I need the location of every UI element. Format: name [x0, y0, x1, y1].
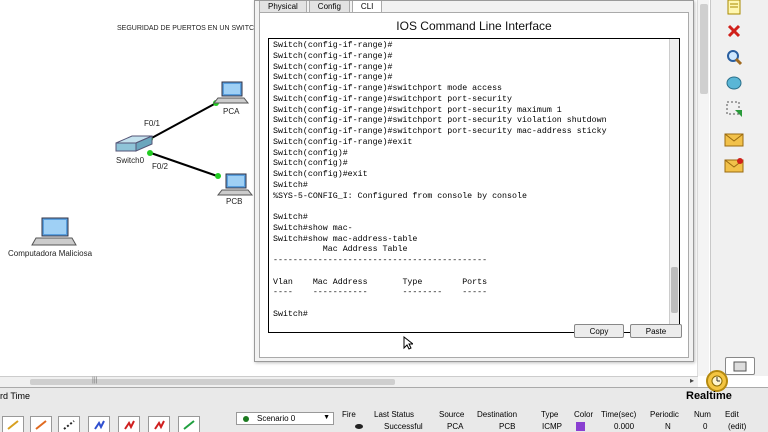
common-tools-bar	[710, 0, 768, 376]
pdu-time: 0.000	[614, 422, 635, 431]
terminal-line: Switch(config-if-range)#switchport mode …	[273, 84, 503, 93]
resize-icon[interactable]	[723, 98, 745, 120]
pdu-header-fire: Fire	[342, 410, 356, 419]
pdu-header-source: Source	[439, 410, 465, 419]
terminal-line: Switch#show mac-address-table	[273, 234, 418, 244]
delete-icon[interactable]	[723, 20, 745, 42]
pdu-header-time: Time(sec)	[601, 410, 637, 419]
terminal-line: Switch(config-if-range)#switchport port-…	[273, 94, 512, 104]
cli-terminal[interactable]: Switch(config-if-range)# Switch(config-if…	[268, 38, 680, 333]
workspace-vertical-scrollbar[interactable]	[697, 0, 709, 376]
pdu-destination: PCB	[499, 422, 516, 431]
scenario-value: Scenario 0	[257, 414, 296, 423]
device-config-window: Physical Config CLI IOS Command Line Int…	[254, 0, 694, 362]
cli-panel-title: IOS Command Line Interface	[396, 19, 552, 33]
terminal-scroll-thumb[interactable]	[671, 267, 678, 313]
terminal-scrollbar[interactable]	[669, 39, 679, 332]
terminal-line: Switch#	[273, 309, 308, 319]
terminal-line: Switch(config-if-range)#switchport port-…	[273, 127, 607, 136]
terminal-line: Switch(config)#	[273, 159, 348, 169]
copper-straight-icon[interactable]	[58, 416, 80, 432]
pdu-header-edit: Edit	[725, 410, 739, 419]
terminal-line: %SYS-5-CONFIG_I: Configured from console…	[273, 191, 527, 201]
device-label-pca[interactable]: PCA	[223, 107, 239, 116]
terminal-line: Switch(config-if-range)#	[273, 41, 393, 50]
realtime-mode-label[interactable]: Realtime	[686, 390, 732, 402]
port-label-f02: F0/2	[152, 162, 169, 171]
fire-bullet-icon[interactable]	[355, 424, 363, 429]
time-mode-label: rd Time	[0, 391, 31, 401]
terminal-line: Mac Address Table	[273, 245, 408, 255]
add-simple-pdu-icon[interactable]	[723, 128, 745, 150]
pc-icon-pcb	[216, 173, 254, 196]
pdu-source: PCA	[447, 422, 464, 431]
terminal-line: Switch(config-if-range)#	[273, 73, 393, 83]
pc-icon-pca	[212, 81, 250, 104]
pdu-header-destination: Destination	[477, 410, 518, 419]
hscroll-right-arrow-icon[interactable]: ▸	[690, 376, 694, 385]
phone-cable-icon[interactable]	[148, 416, 170, 432]
pdu-num: 0	[703, 422, 708, 431]
workspace-horizontal-scrollbar[interactable]: ||| ▸	[0, 376, 698, 387]
terminal-output[interactable]: Switch(config-if-range)# Switch(config-if…	[273, 41, 607, 321]
pdu-periodic: N	[665, 422, 671, 431]
link-light-f02-pcb	[215, 173, 221, 179]
auto-connection-icon[interactable]	[2, 416, 24, 432]
scenario-bullet-icon	[243, 416, 249, 422]
note-icon[interactable]	[723, 0, 745, 18]
device-label-pcb[interactable]: PCB	[226, 197, 242, 206]
hscroll-thumb[interactable]	[30, 379, 395, 385]
terminal-line: Switch(config)#exit	[273, 170, 368, 179]
pdu-header-num: Num	[694, 410, 711, 419]
terminal-line: Switch(config-if-range)#	[273, 62, 393, 72]
device-label-switch[interactable]: Switch0	[116, 156, 144, 165]
terminal-line: Vlan Mac Address Type Ports	[273, 277, 488, 287]
terminal-line: Switch(config-if-range)#switchport port-…	[273, 105, 562, 115]
realtime-clock-icon[interactable]	[706, 370, 728, 392]
pdu-header-last-status: Last Status	[374, 410, 415, 419]
link-light-f02-switch	[147, 150, 153, 156]
bottom-panel: rd Time Realtime Scenario 0 ▼ Fire Last …	[0, 370, 768, 432]
add-complex-pdu-icon[interactable]	[723, 154, 745, 176]
coaxial-cable-icon[interactable]	[178, 416, 200, 432]
mouse-cursor-icon	[403, 336, 413, 350]
draw-shape-icon[interactable]	[723, 72, 745, 94]
terminal-line: Switch(config)#	[273, 148, 348, 158]
pdu-header-periodic: Periodic	[650, 410, 679, 419]
switch-icon	[115, 135, 153, 152]
terminal-line: Switch(config-if-range)#	[273, 51, 393, 61]
terminal-line: Switch#	[273, 213, 308, 222]
terminal-line: Switch#	[273, 180, 308, 190]
terminal-line: ----------------------------------------…	[273, 256, 488, 265]
pdu-header-type: Type	[541, 410, 559, 419]
inspect-icon[interactable]	[723, 46, 745, 68]
simulation-mode-icon[interactable]	[725, 357, 755, 375]
pdu-color-swatch	[576, 422, 585, 431]
hscroll-grip-icon: |||	[92, 377, 98, 384]
pdu-last-status: Successful	[384, 422, 423, 431]
fiber-cable-icon[interactable]	[118, 416, 140, 432]
console-cable-icon[interactable]	[30, 416, 52, 432]
pdu-header-color: Color	[574, 410, 594, 419]
terminal-line: Switch(config-if-range)#exit	[273, 137, 413, 147]
terminal-line: ---- ----------- -------- -----	[273, 288, 488, 298]
copy-button[interactable]: Copy	[574, 324, 624, 338]
pdu-type: ICMP	[542, 422, 562, 431]
device-label-malicious[interactable]: Computadora Maliciosa	[8, 249, 92, 258]
chevron-down-icon: ▼	[323, 414, 330, 421]
terminal-line: Switch#show mac-	[273, 223, 353, 233]
paste-button[interactable]: Paste	[630, 324, 682, 338]
scroll-thumb[interactable]	[700, 4, 708, 94]
terminal-line: Switch(config-if-range)#switchport port-…	[273, 116, 607, 126]
pc-icon-malicious	[31, 217, 77, 246]
port-label-f01: F0/1	[144, 119, 161, 128]
scenario-select[interactable]: Scenario 0 ▼	[236, 412, 334, 425]
pdu-edit[interactable]: (edit)	[728, 422, 746, 431]
cli-panel: IOS Command Line Interface Switch(config…	[259, 12, 689, 358]
copper-cross-icon[interactable]	[88, 416, 110, 432]
